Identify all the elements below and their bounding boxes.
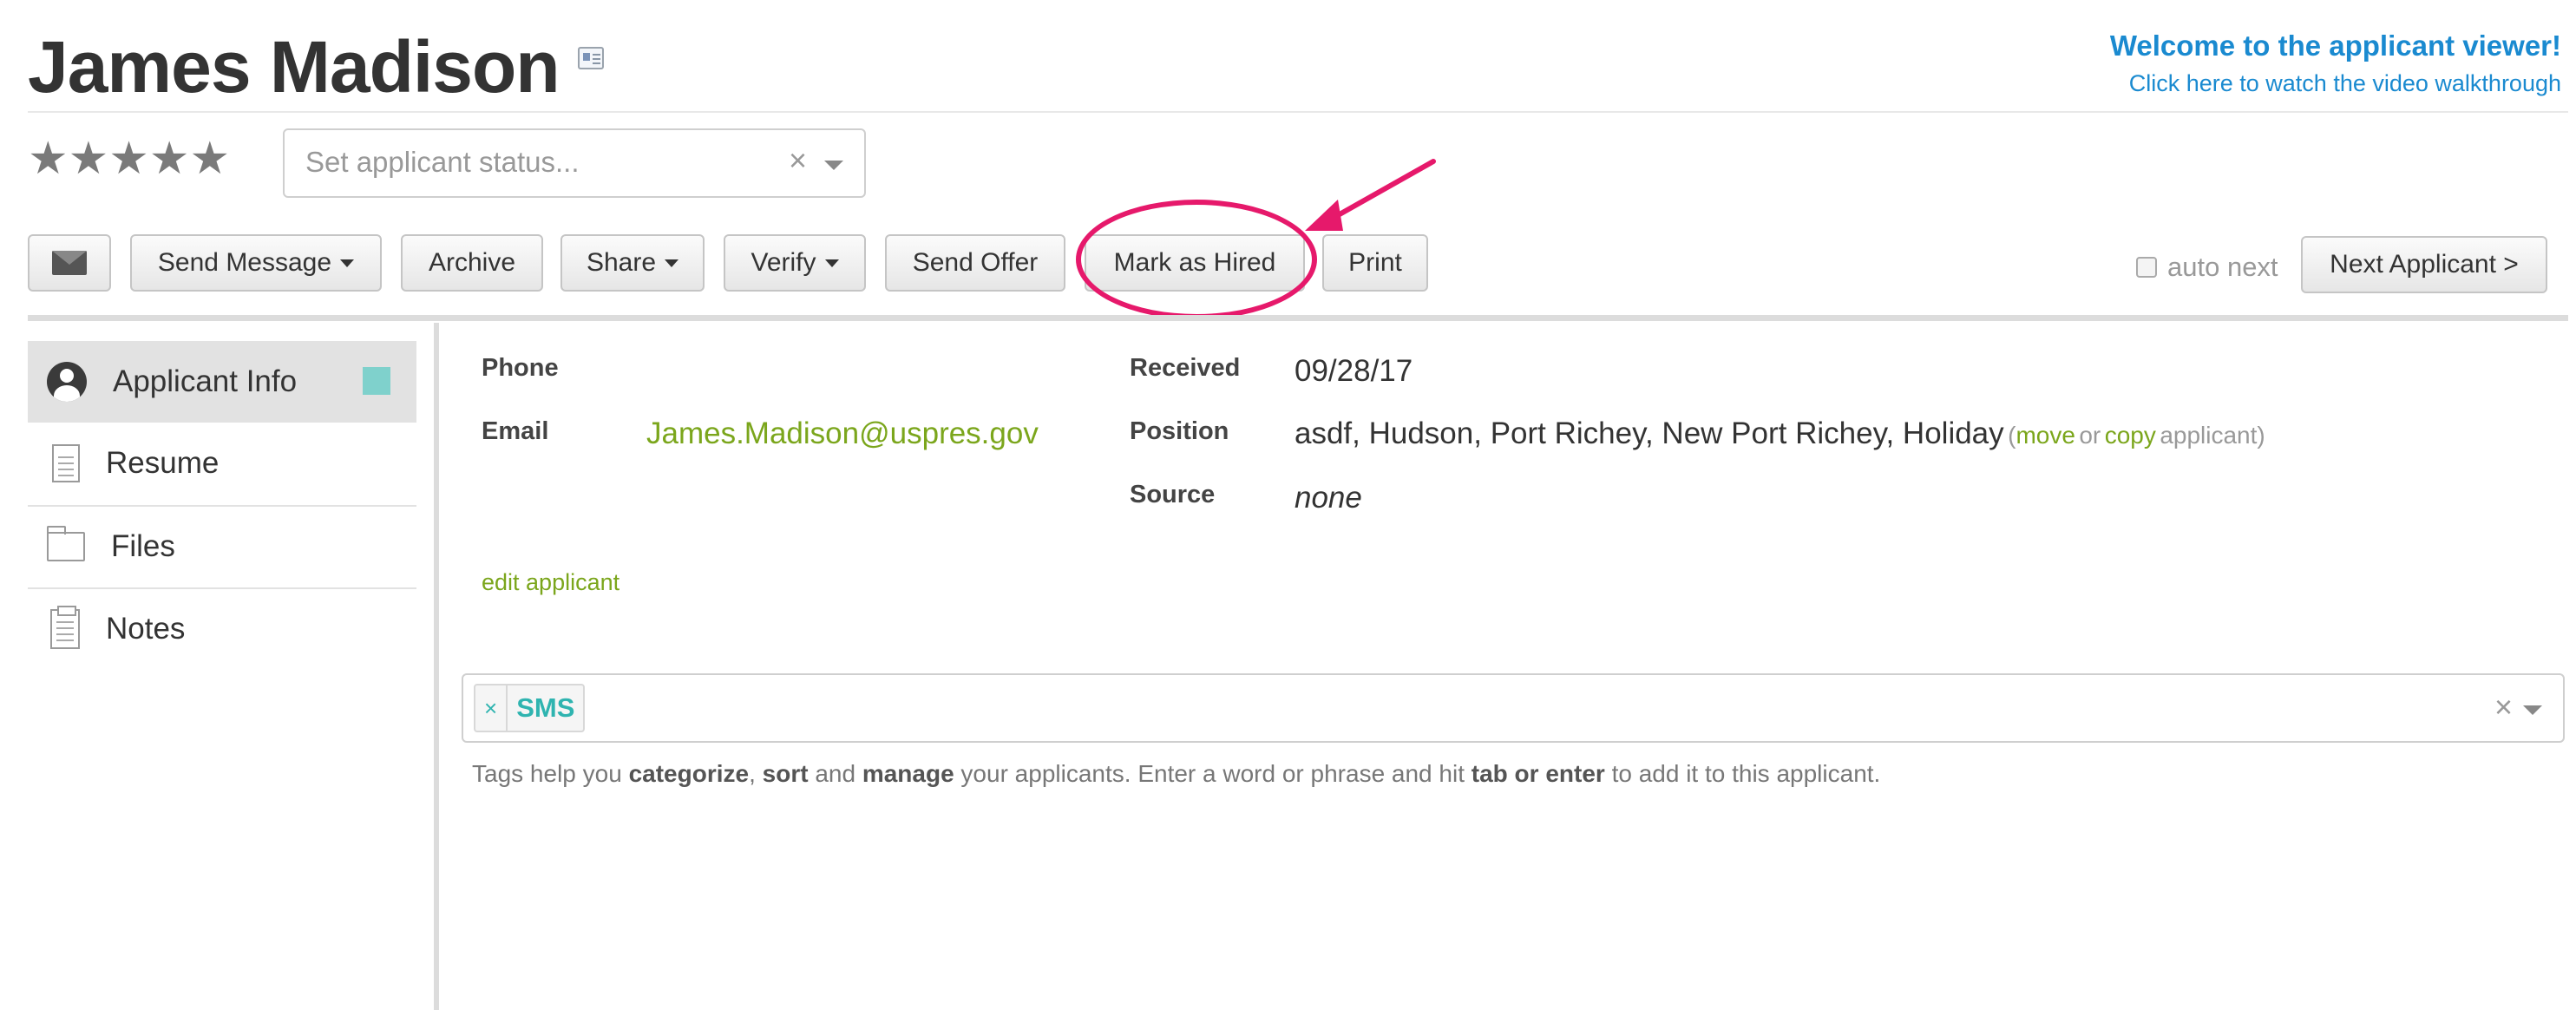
email-link[interactable]: James.Madison@uspres.gov bbox=[646, 416, 1039, 451]
welcome-title: Welcome to the applicant viewer! bbox=[2109, 30, 2561, 62]
status-clear-icon[interactable]: × bbox=[789, 142, 807, 179]
next-applicant-label: Next Applicant > bbox=[2330, 250, 2519, 279]
tag-chip: × SMS bbox=[474, 684, 586, 732]
chevron-down-icon[interactable] bbox=[824, 161, 843, 170]
send-offer-button[interactable]: Send Offer bbox=[885, 234, 1065, 292]
send-message-label: Send Message bbox=[157, 248, 332, 277]
print-label: Print bbox=[1348, 248, 1402, 277]
highlight-ellipse bbox=[1076, 200, 1317, 319]
remove-tag-icon[interactable]: × bbox=[475, 685, 508, 731]
source-value: none bbox=[1295, 481, 1362, 515]
auto-next-toggle[interactable]: auto next bbox=[2136, 252, 2278, 283]
annotation-arrow-icon bbox=[1305, 159, 1436, 231]
next-applicant-button[interactable]: Next Applicant > bbox=[2301, 236, 2547, 293]
applicant-status-select[interactable]: Set applicant status... × bbox=[283, 128, 866, 198]
send-offer-label: Send Offer bbox=[912, 248, 1039, 277]
sidebar-item-resume[interactable]: Resume bbox=[28, 423, 416, 504]
archive-label: Archive bbox=[428, 248, 516, 277]
vcard-icon[interactable] bbox=[578, 47, 604, 69]
star-rating[interactable]: ★★★★★ bbox=[28, 130, 230, 187]
position-value: asdf, Hudson, Port Richey, New Port Rich… bbox=[1295, 416, 2004, 450]
tag-label: SMS bbox=[516, 692, 575, 723]
share-button[interactable]: Share bbox=[560, 234, 705, 292]
verify-button[interactable]: Verify bbox=[724, 234, 866, 292]
tags-input[interactable]: × SMS × bbox=[462, 673, 2565, 743]
tags-help-text: Tags help you categorize, sort and manag… bbox=[472, 760, 1881, 787]
sidebar-item-label: Applicant Info bbox=[113, 364, 298, 398]
send-message-button[interactable]: Send Message bbox=[130, 234, 382, 292]
video-walkthrough-link[interactable]: Click here to watch the video walkthroug… bbox=[2110, 66, 2561, 101]
envelope-icon bbox=[52, 251, 87, 275]
received-value: 09/28/17 bbox=[1295, 354, 1413, 388]
sidebar-item-applicant-info[interactable]: Applicant Info bbox=[28, 341, 416, 423]
auto-next-label: auto next bbox=[2167, 252, 2278, 282]
sidebar-divider bbox=[434, 323, 439, 1010]
active-indicator bbox=[363, 367, 390, 395]
toolbar-divider bbox=[28, 315, 2568, 321]
or-text: or bbox=[2079, 422, 2101, 449]
position-label: Position bbox=[1130, 417, 1229, 445]
welcome-banner: Welcome to the applicant viewer! Click h… bbox=[2110, 26, 2561, 101]
copy-applicant-link[interactable]: copy bbox=[2105, 422, 2156, 449]
auto-next-checkbox[interactable] bbox=[2136, 257, 2157, 278]
archive-button[interactable]: Archive bbox=[401, 234, 543, 292]
status-placeholder: Set applicant status... bbox=[305, 146, 580, 178]
sidebar-item-label: Resume bbox=[106, 446, 220, 480]
chevron-down-icon[interactable] bbox=[2523, 705, 2542, 715]
verify-label: Verify bbox=[751, 248, 816, 277]
email-button[interactable] bbox=[28, 234, 111, 292]
document-icon bbox=[52, 444, 80, 482]
received-label: Received bbox=[1130, 354, 1241, 382]
user-icon bbox=[47, 362, 87, 402]
applicant-text: applicant) bbox=[2160, 422, 2265, 449]
share-label: Share bbox=[586, 248, 657, 277]
tags-clear-icon[interactable]: × bbox=[2494, 689, 2513, 725]
source-label: Source bbox=[1130, 481, 1216, 508]
sidebar-item-notes[interactable]: Notes bbox=[28, 588, 416, 670]
sidebar-item-label: Notes bbox=[106, 612, 186, 646]
phone-label: Phone bbox=[482, 354, 559, 382]
email-label: Email bbox=[482, 417, 549, 445]
sidebar-item-label: Files bbox=[111, 529, 175, 563]
sidebar-item-files[interactable]: Files bbox=[28, 506, 416, 587]
notes-icon bbox=[50, 606, 80, 649]
move-applicant-link[interactable]: move bbox=[2016, 422, 2075, 449]
header-divider bbox=[28, 111, 2568, 113]
folder-icon bbox=[47, 526, 85, 561]
applicant-name: James Madison bbox=[28, 26, 560, 108]
position-field: asdf, Hudson, Port Richey, New Port Rich… bbox=[1295, 416, 2265, 451]
edit-applicant-link[interactable]: edit applicant bbox=[482, 569, 619, 596]
